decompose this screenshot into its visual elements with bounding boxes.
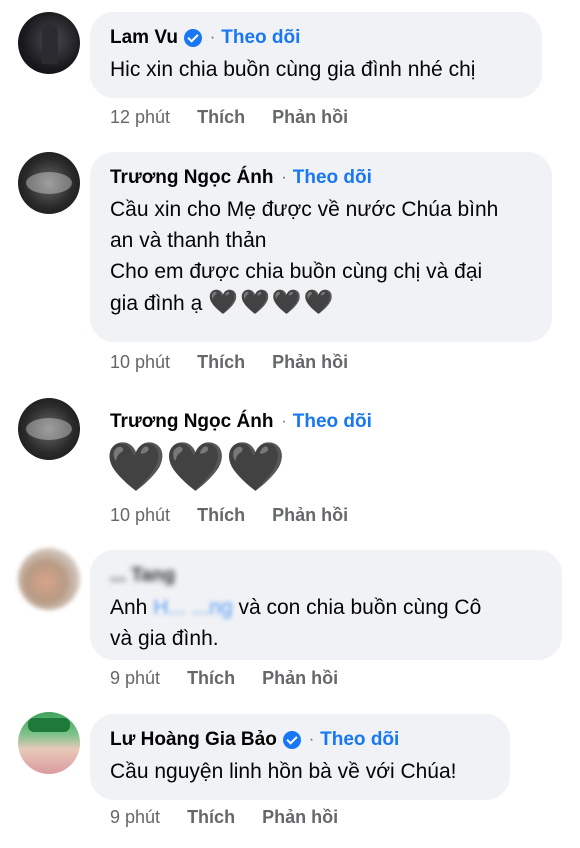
avatar[interactable] bbox=[18, 548, 80, 610]
like-button[interactable]: Thích bbox=[197, 107, 245, 127]
timestamp[interactable]: 9 phút bbox=[110, 668, 160, 688]
timestamp[interactable]: 10 phút bbox=[110, 352, 170, 372]
verified-badge-icon bbox=[282, 731, 301, 749]
like-button[interactable]: Thích bbox=[187, 807, 235, 827]
author-name[interactable]: ... Tang bbox=[110, 564, 175, 588]
reply-button[interactable]: Phản hồi bbox=[272, 505, 348, 525]
comment-actions: 9 phút Thích Phản hồi bbox=[110, 807, 360, 828]
follow-button[interactable]: Theo dõi bbox=[221, 26, 300, 50]
comment-actions: 10 phút Thích Phản hồi bbox=[110, 352, 370, 373]
follow-button[interactable]: Theo dõi bbox=[320, 728, 399, 752]
avatar[interactable] bbox=[18, 712, 80, 774]
comment-actions: 10 phút Thích Phản hồi bbox=[110, 505, 370, 526]
comment-bubble: Lư Hoàng Gia Bảo · Theo dõi Cầu nguyện l… bbox=[90, 714, 510, 800]
avatar[interactable] bbox=[18, 398, 80, 460]
verified-badge-icon bbox=[183, 29, 202, 47]
reply-button[interactable]: Phản hồi bbox=[272, 107, 348, 127]
black-heart-icon: 🖤🖤🖤🖤 bbox=[208, 289, 336, 316]
reply-button[interactable]: Phản hồi bbox=[262, 668, 338, 688]
comment-text: Hic xin chia buồn cùng gia đình nhé chị bbox=[110, 58, 476, 81]
comment-bubble: Trương Ngọc Ánh · Theo dõi Cầu xin cho M… bbox=[90, 152, 552, 342]
comment-bubble: ... Tang Anh H... ...ng và con chia buồn… bbox=[90, 550, 562, 660]
author-name[interactable]: Trương Ngọc Ánh bbox=[110, 166, 273, 190]
comment-actions: 12 phút Thích Phản hồi bbox=[110, 107, 370, 128]
follow-button[interactable]: Theo dõi bbox=[293, 410, 372, 434]
author-name[interactable]: Lư Hoàng Gia Bảo bbox=[110, 728, 277, 752]
comment-text: Anh H... ...ng và con chia buồn cùng Cô … bbox=[110, 596, 482, 650]
reply-button[interactable]: Phản hồi bbox=[262, 807, 338, 827]
comment-bubble: Lam Vu · Theo dõi Hic xin chia buồn cùng… bbox=[90, 12, 542, 98]
author-name[interactable]: Trương Ngọc Ánh bbox=[110, 410, 273, 434]
comment-text: Cầu nguyện linh hồn bà về với Chúa! bbox=[110, 760, 457, 783]
timestamp[interactable]: 12 phút bbox=[110, 107, 170, 127]
timestamp[interactable]: 9 phút bbox=[110, 807, 160, 827]
like-button[interactable]: Thích bbox=[197, 505, 245, 525]
reply-button[interactable]: Phản hồi bbox=[272, 352, 348, 372]
timestamp[interactable]: 10 phút bbox=[110, 505, 170, 525]
comment-actions: 9 phút Thích Phản hồi bbox=[110, 668, 360, 689]
avatar[interactable] bbox=[18, 12, 80, 74]
author-name[interactable]: Lam Vu bbox=[110, 26, 178, 50]
follow-button[interactable]: Theo dõi bbox=[293, 166, 372, 190]
avatar[interactable] bbox=[18, 152, 80, 214]
like-button[interactable]: Thích bbox=[197, 352, 245, 372]
black-heart-icon: 🖤🖤🖤 bbox=[106, 441, 286, 494]
comment-text: Cầu xin cho Mẹ được về nước Chúa bình an… bbox=[110, 198, 499, 316]
like-button[interactable]: Thích bbox=[187, 668, 235, 688]
mention-link[interactable]: H... ...ng bbox=[153, 596, 232, 619]
